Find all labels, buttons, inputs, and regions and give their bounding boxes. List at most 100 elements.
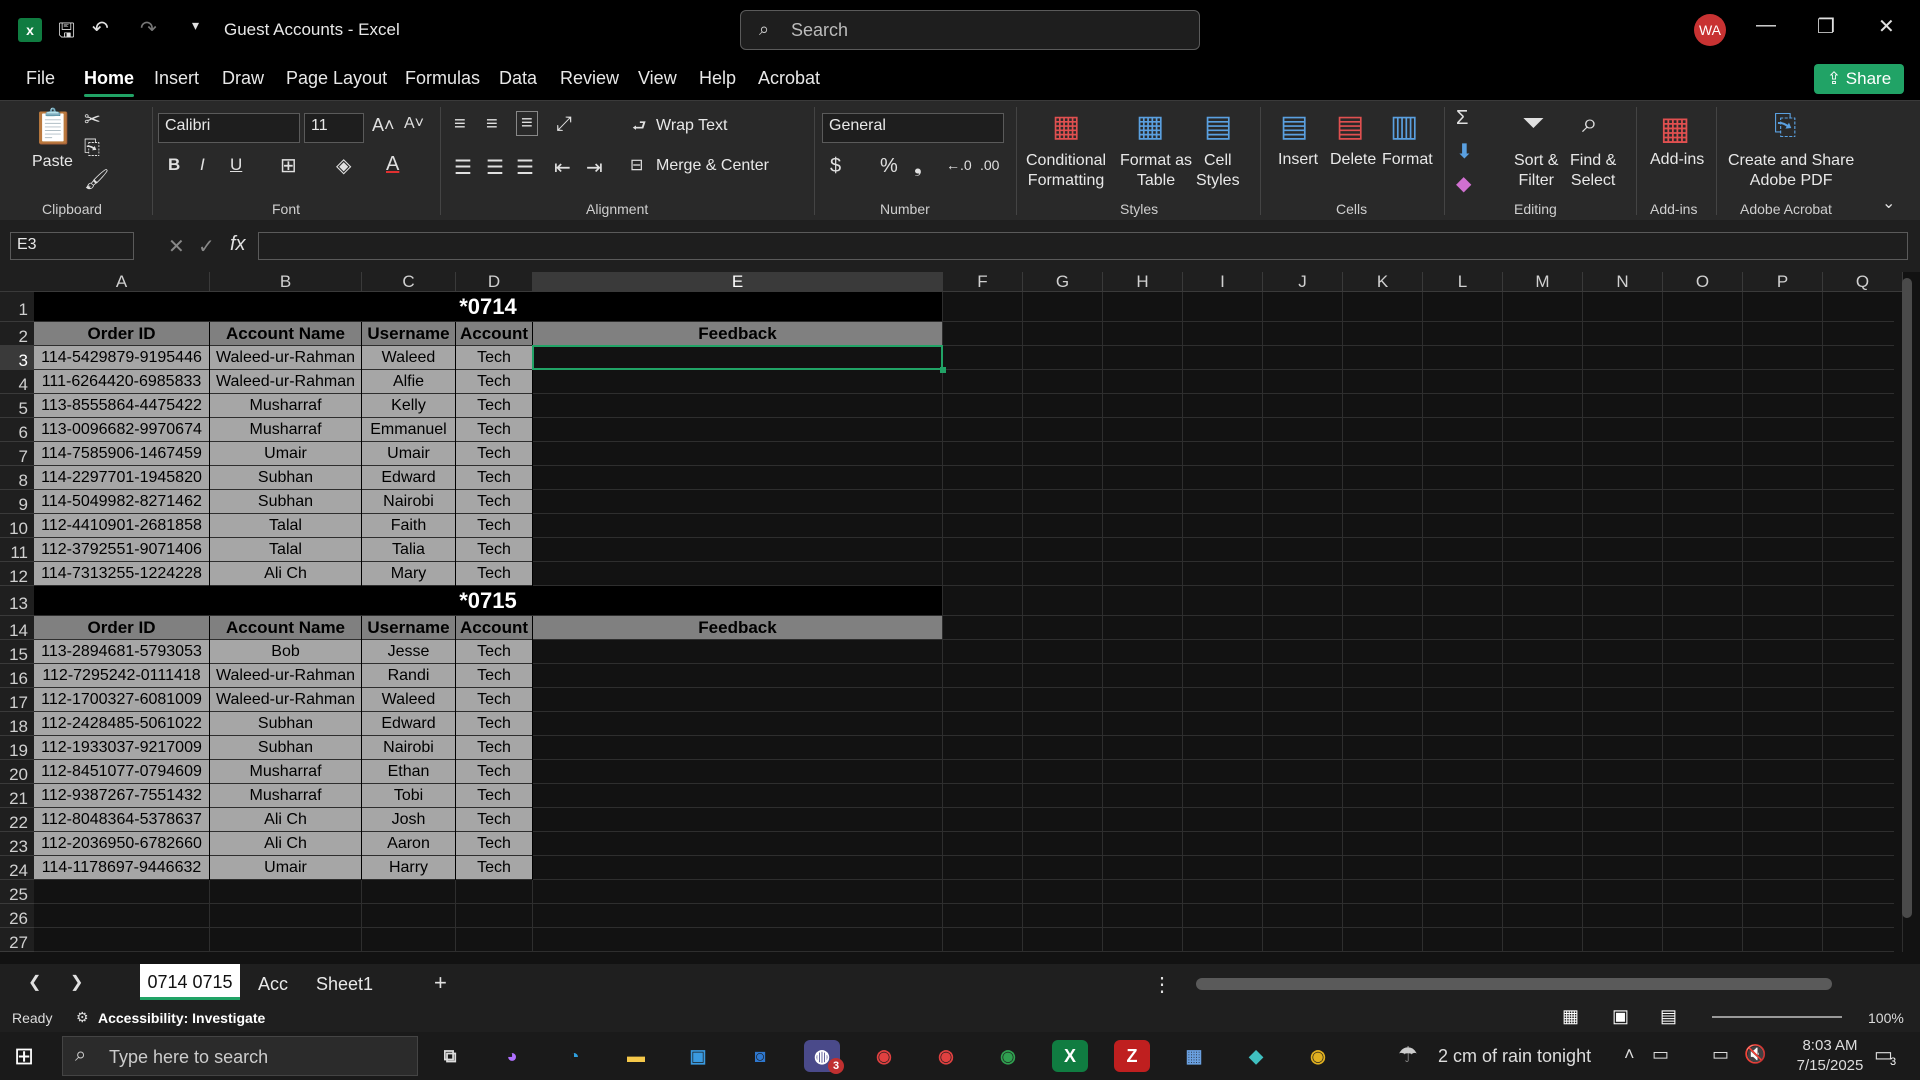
conditional-formatting-button[interactable]: Conditional Formatting: [1026, 151, 1106, 191]
table-cell[interactable]: Waleed: [362, 688, 455, 711]
table-cell[interactable]: Emmanuel: [362, 418, 455, 441]
table-cell[interactable]: Tech: [456, 664, 532, 687]
collapse-ribbon-icon[interactable]: ⌄: [1882, 193, 1895, 213]
table-cell[interactable]: Waleed-ur-Rahman: [210, 346, 361, 369]
table-cell[interactable]: Bob: [210, 640, 361, 663]
table-cell[interactable]: Waleed-ur-Rahman: [210, 688, 361, 711]
format-as-table-icon[interactable]: ▦: [1136, 109, 1164, 144]
table-cell[interactable]: Tech: [456, 394, 532, 417]
row-header[interactable]: 14: [0, 616, 34, 640]
table-cell[interactable]: Nairobi: [362, 490, 455, 513]
cell-styles-icon[interactable]: ▤: [1204, 109, 1232, 144]
column-header-o[interactable]: O: [1663, 272, 1743, 292]
table-cell[interactable]: Subhan: [210, 466, 361, 489]
paste-icon[interactable]: 📋: [32, 107, 74, 147]
column-header-p[interactable]: P: [1743, 272, 1823, 292]
column-title[interactable]: Account Name: [210, 616, 361, 639]
row-header[interactable]: 19: [0, 736, 34, 760]
weather-text[interactable]: 2 cm of rain tonight: [1438, 1046, 1591, 1067]
row-header[interactable]: 13: [0, 586, 34, 616]
column-title[interactable]: Feedback: [533, 322, 942, 345]
section-title[interactable]: *0715: [34, 586, 942, 615]
volume-icon[interactable]: 🔇: [1744, 1044, 1766, 1065]
column-title[interactable]: Order ID: [34, 616, 209, 639]
chrome-icon-2[interactable]: ◉: [928, 1040, 964, 1072]
copy-icon[interactable]: ⎘: [84, 137, 100, 160]
next-sheet-icon[interactable]: ❯: [70, 972, 83, 992]
table-cell[interactable]: 112-2428485-5061022: [34, 712, 209, 735]
table-cell[interactable]: Musharraf: [210, 784, 361, 807]
feedback-cell[interactable]: [533, 640, 942, 663]
filezilla-icon[interactable]: Z: [1114, 1040, 1150, 1072]
close-icon[interactable]: ✕: [1878, 14, 1895, 39]
calculator-icon[interactable]: ▦: [1176, 1040, 1212, 1072]
chrome-icon-3[interactable]: ◉: [990, 1040, 1026, 1072]
format-cells-button[interactable]: Format: [1382, 151, 1433, 169]
row-header[interactable]: 2: [0, 322, 34, 346]
wrap-text-icon[interactable]: ⮐: [632, 115, 646, 142]
clear-icon[interactable]: ◆: [1456, 171, 1471, 196]
table-cell[interactable]: Umair: [210, 442, 361, 465]
merge-center-button[interactable]: Merge & Center: [656, 157, 769, 175]
tab-draw[interactable]: Draw: [222, 68, 264, 89]
row-header[interactable]: 6: [0, 418, 34, 442]
column-title[interactable]: Account Name: [210, 322, 361, 345]
table-cell[interactable]: Tech: [456, 514, 532, 537]
table-cell[interactable]: 113-0096682-9970674: [34, 418, 209, 441]
table-cell[interactable]: Tech: [456, 466, 532, 489]
page-layout-view-icon[interactable]: ▣: [1612, 1006, 1629, 1027]
column-header-a[interactable]: A: [34, 272, 210, 292]
table-cell[interactable]: Tech: [456, 418, 532, 441]
column-header-d[interactable]: D: [456, 272, 533, 292]
percent-icon[interactable]: %: [880, 155, 898, 178]
table-cell[interactable]: Tech: [456, 808, 532, 831]
delete-cells-icon[interactable]: ▤: [1336, 109, 1364, 144]
table-cell[interactable]: Edward: [362, 466, 455, 489]
column-header-l[interactable]: L: [1423, 272, 1503, 292]
row-header[interactable]: 12: [0, 562, 34, 586]
table-cell[interactable]: Waleed-ur-Rahman: [210, 370, 361, 393]
column-title[interactable]: Username: [362, 322, 455, 345]
store-icon[interactable]: ▣: [680, 1040, 716, 1072]
tab-help[interactable]: Help: [699, 68, 736, 89]
table-cell[interactable]: Jesse: [362, 640, 455, 663]
clock[interactable]: 8:03 AM 7/15/2025: [1780, 1036, 1880, 1076]
feedback-cell[interactable]: [533, 442, 942, 465]
tab-home[interactable]: Home: [84, 68, 135, 97]
column-header-n[interactable]: N: [1583, 272, 1663, 292]
comma-icon[interactable]: ❟: [914, 155, 922, 178]
sheet-tab-0714-0715[interactable]: 0714 0715: [140, 964, 240, 1000]
tab-formulas[interactable]: Formulas: [405, 68, 480, 89]
minimize-icon[interactable]: —: [1756, 14, 1776, 37]
table-cell[interactable]: 114-7585906-1467459: [34, 442, 209, 465]
row-header[interactable]: 17: [0, 688, 34, 712]
conditional-formatting-icon[interactable]: ▦: [1052, 109, 1080, 144]
table-cell[interactable]: Talia: [362, 538, 455, 561]
table-cell[interactable]: Tech: [456, 760, 532, 783]
table-cell[interactable]: Tech: [456, 562, 532, 585]
format-painter-icon[interactable]: 🖌: [84, 167, 109, 192]
align-right-icon[interactable]: ☰: [516, 155, 534, 180]
paste-button[interactable]: Paste: [32, 153, 73, 171]
feedback-cell[interactable]: [533, 832, 942, 855]
delete-cells-button[interactable]: Delete: [1330, 151, 1376, 169]
formula-input[interactable]: [258, 232, 1908, 260]
table-cell[interactable]: Tech: [456, 640, 532, 663]
insert-function-icon[interactable]: fx: [230, 233, 246, 256]
excel-taskbar-icon[interactable]: X: [1052, 1040, 1088, 1072]
create-pdf-button[interactable]: Create and Share Adobe PDF: [1728, 151, 1854, 191]
column-header-j[interactable]: J: [1263, 272, 1343, 292]
table-cell[interactable]: Tech: [456, 688, 532, 711]
cut-icon[interactable]: ✂: [84, 107, 101, 132]
row-header[interactable]: 10: [0, 514, 34, 538]
bold-icon[interactable]: B: [168, 155, 180, 175]
feedback-cell[interactable]: [533, 562, 942, 585]
decrease-decimal-icon[interactable]: .00: [980, 157, 999, 173]
table-cell[interactable]: Randi: [362, 664, 455, 687]
network-icon[interactable]: ▭: [1652, 1044, 1669, 1065]
table-cell[interactable]: Musharraf: [210, 760, 361, 783]
row-header[interactable]: 15: [0, 640, 34, 664]
column-header-g[interactable]: G: [1023, 272, 1103, 292]
table-cell[interactable]: 112-1700327-6081009: [34, 688, 209, 711]
row-header[interactable]: 9: [0, 490, 34, 514]
